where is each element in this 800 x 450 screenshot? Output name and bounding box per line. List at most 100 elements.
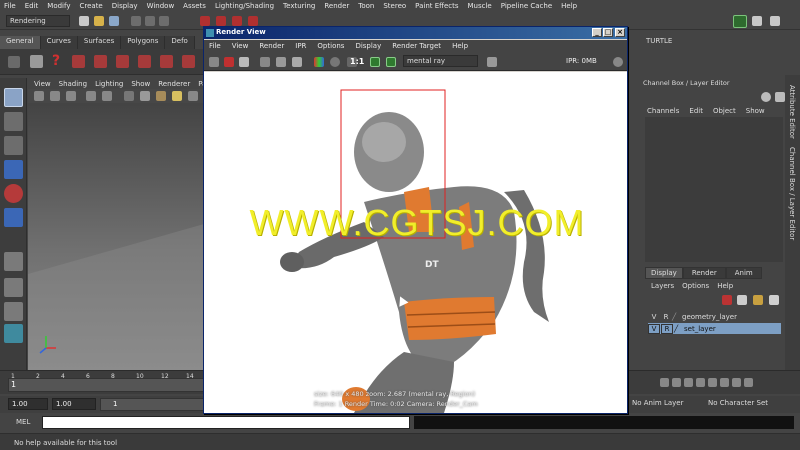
shelf-cluster-icon[interactable] [116, 55, 129, 68]
vp-menu-lighting[interactable]: Lighting [95, 80, 123, 88]
layer-row[interactable]: V R ╱ geometry_layer [648, 311, 781, 322]
new-layer-empty-icon[interactable] [722, 295, 732, 305]
shelf-lattice-icon[interactable] [138, 55, 151, 68]
menu-muscle[interactable]: Muscle [468, 2, 492, 10]
shelf-tab-general[interactable]: General [0, 36, 41, 49]
minimize-button[interactable]: _ [592, 28, 602, 37]
shelf-bend-icon[interactable] [160, 55, 173, 68]
select-tool-icon[interactable] [4, 88, 23, 107]
layer-render-toggle[interactable]: R [660, 313, 672, 321]
rv-menu-view[interactable]: View [232, 42, 249, 50]
mel-label[interactable]: MEL [16, 418, 30, 426]
shelf-tab-curves[interactable]: Curves [40, 36, 78, 49]
open-scene-icon[interactable] [94, 16, 104, 26]
menu-window[interactable]: Window [147, 2, 175, 10]
step-back-key-icon[interactable] [672, 378, 681, 387]
layer-sort-icon[interactable] [769, 295, 779, 305]
layer-color-swatch[interactable]: ╱ [674, 325, 684, 333]
image-plane-icon[interactable] [66, 91, 76, 101]
play-forwards-icon[interactable] [708, 378, 717, 387]
render-view-titlebar[interactable]: Render View _ □ × [204, 27, 627, 39]
menu-paint-effects[interactable]: Paint Effects [415, 2, 458, 10]
layer-color-swatch[interactable]: ╱ [672, 313, 682, 321]
rv-menu-ipr[interactable]: IPR [295, 42, 306, 50]
menu-display[interactable]: Display [112, 2, 138, 10]
four-layout-icon[interactable] [4, 278, 23, 297]
snapshot-icon[interactable] [239, 57, 249, 67]
cb-menu-edit[interactable]: Edit [689, 107, 703, 115]
layer-visibility-toggle[interactable]: V [648, 313, 660, 321]
lasso-tool-icon[interactable] [4, 112, 23, 131]
redo-render-icon[interactable] [209, 57, 219, 67]
snap-curve-icon[interactable] [216, 16, 226, 26]
attribute-editor-tab[interactable]: Attribute Editor [788, 85, 796, 139]
shelf-wave-icon[interactable] [182, 55, 195, 68]
anim-layer-dropdown[interactable]: No Anim Layer [632, 399, 683, 407]
menu-edit[interactable]: Edit [25, 2, 39, 10]
perspective-viewport[interactable] [28, 104, 204, 370]
shelf-tab-polygons[interactable]: Polygons [121, 36, 166, 49]
alpha-channel-icon[interactable] [330, 57, 340, 67]
render-settings-icon[interactable] [292, 57, 302, 67]
help-question-icon[interactable]: ? [52, 54, 65, 69]
new-scene-icon[interactable] [79, 16, 89, 26]
snap-point-icon[interactable] [232, 16, 242, 26]
vp-menu-renderer[interactable]: Renderer [158, 80, 190, 88]
render-image[interactable]: DT WWW.CGTSJ.COM size: 640 x 480 zoom: 2… [204, 72, 627, 413]
single-layout-icon[interactable] [4, 252, 23, 271]
layer-menu-layers[interactable]: Layers [651, 282, 674, 290]
layer-options-icon[interactable] [753, 295, 763, 305]
ipr-render-icon[interactable] [260, 57, 270, 67]
select-component-icon[interactable] [159, 16, 169, 26]
renderer-dropdown[interactable]: mental ray [403, 55, 478, 67]
rgb-channels-icon[interactable] [314, 57, 324, 67]
shelf-deform-icon[interactable] [94, 55, 107, 68]
maximize-button[interactable]: □ [603, 28, 613, 37]
scale-tool-icon[interactable] [4, 208, 23, 227]
step-forward-key-icon[interactable] [732, 378, 741, 387]
camera-attributes-icon[interactable] [34, 91, 44, 101]
close-button[interactable]: × [615, 28, 625, 37]
vp-menu-show[interactable]: Show [131, 80, 150, 88]
render-view-options-icon[interactable] [613, 57, 623, 67]
rv-menu-help[interactable]: Help [452, 42, 468, 50]
shelf-tab-turtle[interactable]: TURTLE [628, 37, 688, 48]
layer-menu-help[interactable]: Help [717, 282, 733, 290]
ratio-label[interactable]: 1:1 [350, 57, 364, 66]
menu-create[interactable]: Create [79, 2, 102, 10]
shelf-sphere-icon[interactable] [30, 55, 43, 68]
layer-tab-render[interactable]: Render [682, 267, 726, 279]
smooth-shade-icon[interactable] [140, 91, 150, 101]
layer-visibility-toggle[interactable]: V [648, 323, 660, 334]
keep-image-icon[interactable] [370, 57, 380, 67]
save-scene-icon[interactable] [109, 16, 119, 26]
refresh-ipr-icon[interactable] [276, 57, 286, 67]
go-to-start-icon[interactable] [660, 378, 669, 387]
shelf-paint-icon[interactable] [72, 55, 85, 68]
menu-modify[interactable]: Modify [47, 2, 70, 10]
show-channel-box-icon[interactable] [733, 15, 747, 28]
layer-render-toggle[interactable]: R [661, 323, 673, 334]
attribute-editor-icon[interactable] [752, 16, 762, 26]
persp-outliner-layout-icon[interactable] [4, 302, 23, 321]
play-backwards-icon[interactable] [696, 378, 705, 387]
menu-assets[interactable]: Assets [183, 2, 206, 10]
snap-plane-icon[interactable] [248, 16, 258, 26]
vp-menu-view[interactable]: View [34, 80, 51, 88]
grid-toggle-icon[interactable] [86, 91, 96, 101]
character-set-dropdown[interactable]: No Character Set [708, 399, 768, 407]
wireframe-icon[interactable] [124, 91, 134, 101]
hypershade-layout-icon[interactable] [4, 324, 23, 343]
step-forward-frame-icon[interactable] [720, 378, 729, 387]
menu-render[interactable]: Render [324, 2, 349, 10]
rotate-tool-icon[interactable] [4, 184, 23, 203]
shadows-icon[interactable] [188, 91, 198, 101]
shelf-tab-deformation[interactable]: Defo [165, 36, 195, 49]
menu-lighting-shading[interactable]: Lighting/Shading [215, 2, 274, 10]
film-gate-icon[interactable] [102, 91, 112, 101]
move-tool-icon[interactable] [4, 160, 23, 179]
layer-row[interactable]: V R ╱ set_layer [648, 323, 781, 334]
rv-menu-render-target[interactable]: Render Target [392, 42, 441, 50]
tool-settings-icon[interactable] [770, 16, 780, 26]
layer-tab-display[interactable]: Display [645, 267, 683, 279]
